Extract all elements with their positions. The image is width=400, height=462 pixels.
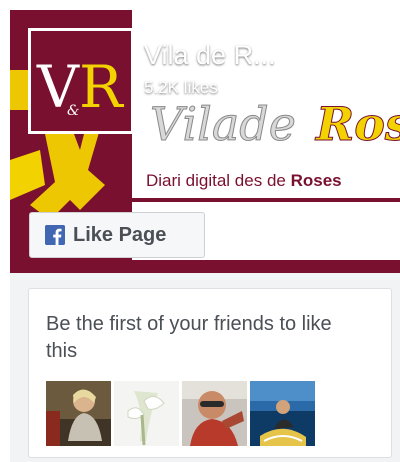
svg-text:Ros: Ros: [314, 97, 400, 151]
friend-avatar[interactable]: [182, 381, 247, 446]
svg-text:&: &: [67, 103, 79, 119]
page-avatar[interactable]: V & R: [28, 28, 134, 134]
like-page-label: Like Page: [73, 223, 167, 246]
facebook-f-icon: [45, 225, 65, 245]
page-plugin: Vilade Ros Diari digital des de Roses V …: [10, 10, 400, 462]
friends-card: Be the first of your friends to like thi…: [28, 288, 392, 458]
friend-avatar[interactable]: [114, 381, 179, 446]
svg-text:Vilade: Vilade: [150, 97, 296, 151]
friend-avatar[interactable]: [46, 381, 111, 446]
friend-avatar[interactable]: [250, 381, 315, 446]
friend-faces: [46, 381, 315, 446]
cover-tagline: Diari digital des de: [146, 171, 291, 190]
svg-text:Diari digital des de Roses: Diari digital des de Roses: [146, 171, 342, 190]
cover-photo[interactable]: Vilade Ros Diari digital des de Roses V …: [10, 10, 400, 273]
friends-prompt: Be the first of your friends to like thi…: [46, 313, 332, 362]
svg-text:R: R: [79, 53, 125, 121]
like-page-button[interactable]: Like Page: [29, 212, 205, 258]
cover-tagline-bold: Roses: [291, 171, 342, 190]
page-likes-count: 5.2K likes: [144, 78, 218, 97]
page-name[interactable]: Vila de R...: [144, 40, 276, 70]
vr-logo-icon: V & R: [31, 31, 131, 131]
